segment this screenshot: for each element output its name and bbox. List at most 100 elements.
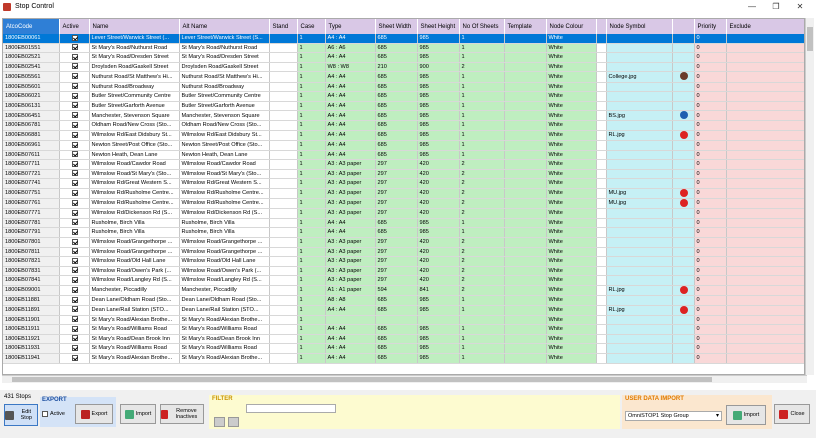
cell-alt-name[interactable]: Droylsden Road/Gaskell Street (179, 62, 270, 73)
cell-node-colour[interactable]: White (546, 247, 597, 258)
cell-alt-name[interactable]: Wilmslow Rd/Great Western S... (179, 178, 270, 190)
cell-symbol-preview[interactable] (672, 285, 695, 297)
cell-atco-code[interactable]: 1800EB07781 (3, 218, 60, 229)
active-check-icon[interactable] (72, 335, 78, 342)
cell-sheet-width[interactable]: 685 (375, 71, 418, 83)
cell-node-symbol[interactable] (606, 43, 673, 54)
cell-template[interactable] (504, 101, 547, 112)
export-button[interactable]: Export (75, 404, 113, 424)
cell-no-of-sheets[interactable]: 2 (459, 208, 505, 219)
cell-node-colour[interactable]: White (546, 334, 597, 345)
cell-node-symbol[interactable] (606, 237, 673, 248)
cell-exclude[interactable] (726, 334, 804, 345)
cell-node-colour[interactable]: White (546, 71, 597, 83)
cell-atco-code[interactable]: 1800EB06781 (3, 120, 60, 131)
cell-colour-swatch[interactable] (596, 178, 607, 190)
table-row[interactable]: 1800EB07721 Wilmslow Road/St Mary's (Sto.… (3, 169, 804, 180)
cell-name[interactable]: St Mary's Road/Williams Road (89, 324, 180, 335)
cell-case[interactable]: 1 (297, 188, 326, 200)
cell-priority[interactable]: 0 (694, 178, 727, 190)
cell-template[interactable] (504, 150, 547, 161)
active-check-icon[interactable] (72, 121, 78, 128)
cell-active[interactable] (59, 178, 90, 190)
cell-atco-code[interactable]: 1800EB01551 (3, 43, 60, 54)
cell-sheet-height[interactable]: 985 (417, 353, 460, 364)
cell-node-colour[interactable]: White (546, 169, 597, 180)
cell-type[interactable]: A4 : A4 (325, 120, 376, 131)
cell-alt-name[interactable]: Newton Street/Post Office (Sto... (179, 140, 270, 151)
cell-node-symbol[interactable] (606, 266, 673, 277)
cell-atco-code[interactable]: 1800EB05601 (3, 82, 60, 93)
cell-node-symbol[interactable] (606, 159, 673, 170)
cell-name[interactable]: St Mary's Road/Dresden Street (89, 52, 180, 63)
cell-sheet-height[interactable] (417, 315, 460, 326)
cell-template[interactable] (504, 275, 547, 286)
cell-type[interactable]: A3 : A3 paper (325, 208, 376, 219)
cell-symbol-preview[interactable] (672, 62, 695, 73)
cell-template[interactable] (504, 266, 547, 277)
cell-sheet-height[interactable]: 985 (417, 140, 460, 151)
cell-case[interactable]: 1 (297, 71, 326, 83)
cell-node-colour[interactable]: White (546, 178, 597, 190)
column-header-stand[interactable]: Stand (269, 19, 298, 34)
cell-sheet-width[interactable]: 297 (375, 188, 418, 200)
cell-sheet-width[interactable]: 685 (375, 343, 418, 355)
active-check-icon[interactable] (72, 151, 78, 158)
table-row[interactable]: 1800EB07781 Rusholme, Birch Villa Rusholme… (3, 218, 804, 229)
column-header-alt-name[interactable]: Alt Name (179, 19, 270, 34)
cell-active[interactable] (59, 130, 90, 142)
cell-symbol-preview[interactable] (672, 169, 695, 180)
cell-stand[interactable] (269, 169, 298, 180)
cell-node-symbol[interactable]: RL.jpg (606, 130, 673, 142)
cell-stand[interactable] (269, 334, 298, 345)
active-check-icon[interactable] (72, 228, 78, 235)
cell-alt-name[interactable]: Nuthurst Road/Broadway (179, 82, 270, 93)
cell-sheet-height[interactable]: 985 (417, 34, 460, 44)
cell-node-colour[interactable]: White (546, 218, 597, 229)
cell-case[interactable]: 1 (297, 198, 326, 210)
cell-no-of-sheets[interactable]: 1 (459, 110, 505, 122)
cell-no-of-sheets[interactable]: 1 (459, 334, 505, 345)
cell-sheet-width[interactable]: 685 (375, 110, 418, 122)
cell-active[interactable] (59, 315, 90, 326)
cell-atco-code[interactable]: 1800EB06131 (3, 101, 60, 112)
cell-template[interactable] (504, 256, 547, 267)
vertical-scroll-thumb[interactable] (807, 27, 813, 51)
cell-atco-code[interactable]: 1800EB07761 (3, 198, 60, 210)
cell-stand[interactable] (269, 62, 298, 73)
cell-alt-name[interactable]: Wilmslow Rd/Rusholme Centre... (179, 188, 270, 200)
cell-template[interactable] (504, 62, 547, 73)
cell-priority[interactable]: 0 (694, 188, 727, 200)
cell-name[interactable]: Dean Lane/Oldham Road (Sto... (89, 295, 180, 306)
active-check-icon[interactable] (72, 316, 78, 323)
cell-active[interactable] (59, 227, 90, 238)
cell-sheet-height[interactable]: 985 (417, 324, 460, 335)
active-check-icon[interactable] (72, 102, 78, 109)
cell-sheet-width[interactable]: 685 (375, 34, 418, 44)
cell-name[interactable]: Wilmslow Road/Langley Rd (S... (89, 275, 180, 286)
cell-name[interactable]: Rusholme, Birch Villa (89, 227, 180, 238)
cell-priority[interactable]: 0 (694, 334, 727, 345)
table-row[interactable]: 1800EB07741 Wilmslow Rd/Great Western S..… (3, 178, 804, 190)
cell-active[interactable] (59, 208, 90, 219)
cell-no-of-sheets[interactable]: 2 (459, 169, 505, 180)
cell-node-colour[interactable]: White (546, 324, 597, 335)
cell-stand[interactable] (269, 150, 298, 161)
cell-node-symbol[interactable] (606, 295, 673, 306)
cell-exclude[interactable] (726, 110, 804, 122)
cell-exclude[interactable] (726, 256, 804, 267)
cell-sheet-width[interactable] (375, 315, 418, 326)
cell-colour-swatch[interactable] (596, 52, 607, 63)
table-row[interactable]: 1800EB07761 Wilmslow Rd/Rusholme Centre..… (3, 198, 804, 210)
table-row[interactable]: 1800EB07751 Wilmslow Rd/Rusholme Centre..… (3, 188, 804, 200)
cell-exclude[interactable] (726, 82, 804, 93)
cell-alt-name[interactable]: Wilmslow Rd/East Didsbury St... (179, 130, 270, 142)
cell-active[interactable] (59, 295, 90, 306)
active-check-icon[interactable] (72, 44, 78, 51)
cell-sheet-height[interactable]: 985 (417, 305, 460, 316)
cell-active[interactable] (59, 120, 90, 131)
cell-type[interactable]: A4 : A4 (325, 227, 376, 238)
cell-no-of-sheets[interactable]: 2 (459, 256, 505, 267)
cell-priority[interactable]: 0 (694, 208, 727, 219)
cell-node-symbol[interactable]: MU.jpg (606, 198, 673, 210)
